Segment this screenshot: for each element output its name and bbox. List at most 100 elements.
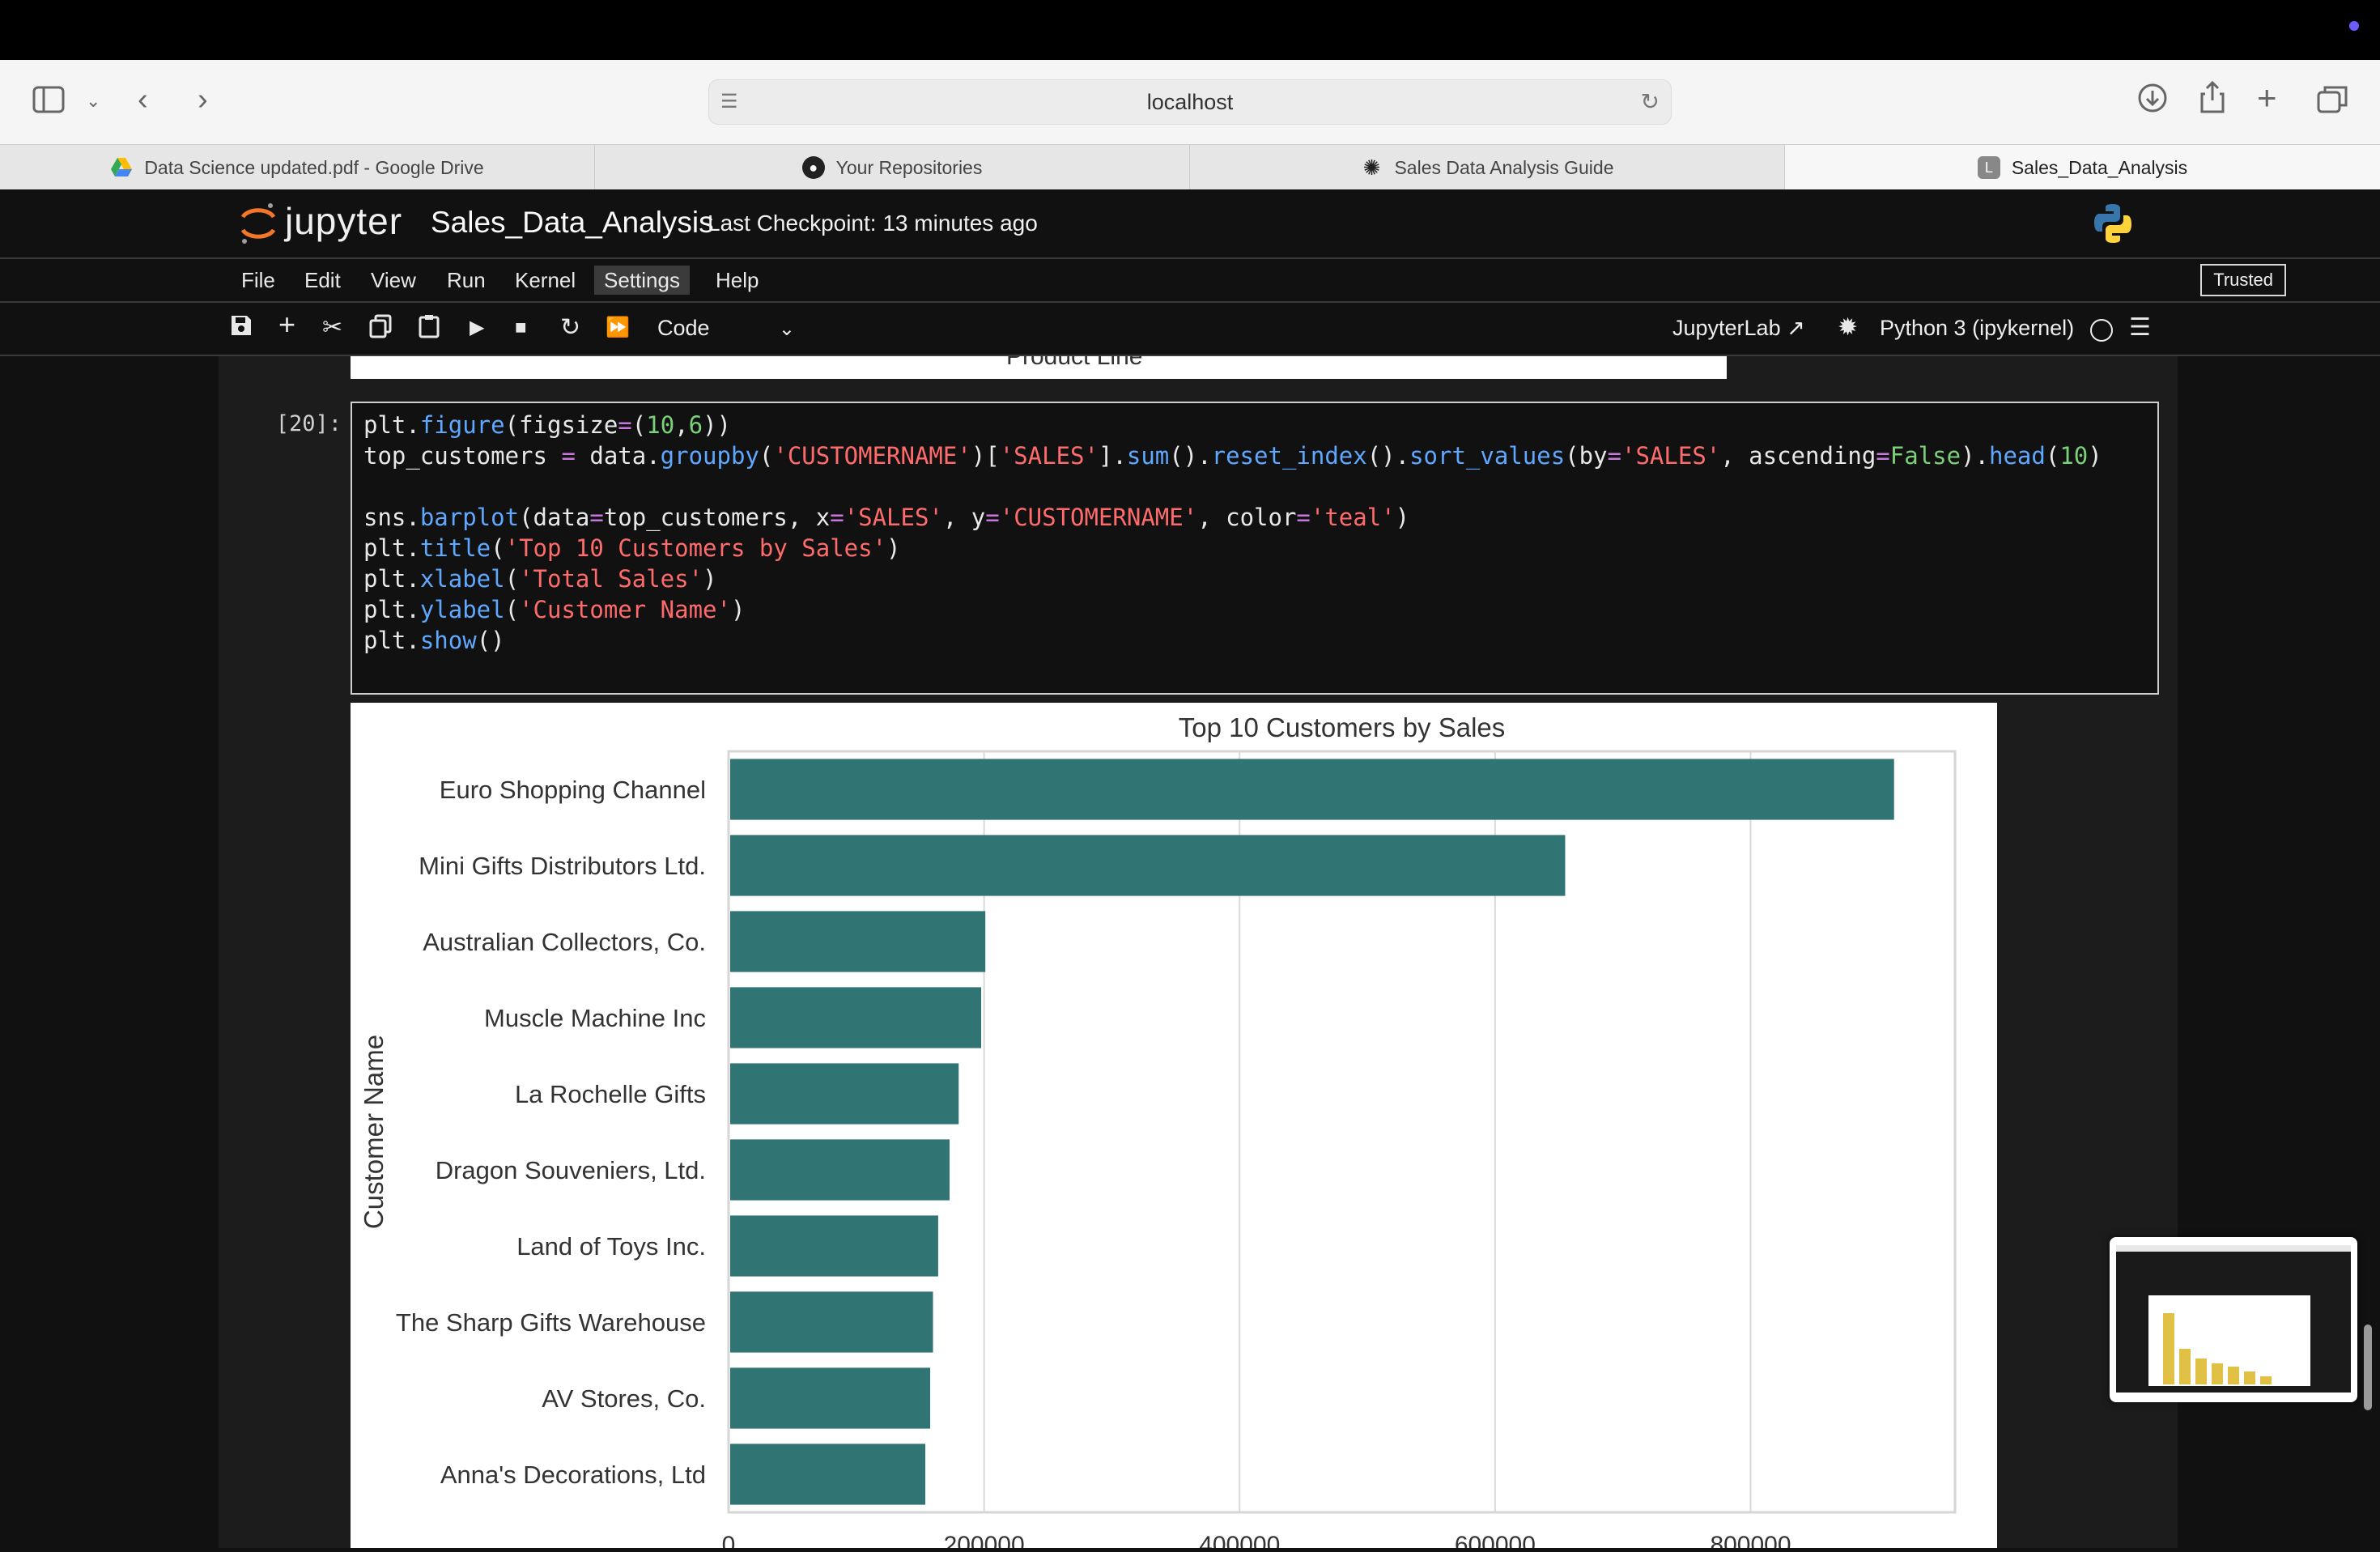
cell-type-select[interactable]: Code ⌄ [657, 314, 795, 343]
bar [730, 1367, 931, 1429]
y-tick-label: AV Stores, Co. [542, 1384, 706, 1413]
scrollbar[interactable] [2364, 1325, 2372, 1410]
y-tick-label: Anna's Decorations, Ltd [440, 1461, 706, 1489]
bar-chart: Euro Shopping Channel Mini Gifts Distribu… [359, 712, 1957, 1552]
tab-sales-data-analysis[interactable]: L Sales_Data_Analysis [1785, 145, 2380, 190]
address-bar[interactable]: ☰ localhost ↻ [708, 79, 1672, 125]
tab-label: Sales Data Analysis Guide [1394, 156, 1614, 178]
x-tick-label: 800000 [1710, 1532, 1791, 1548]
last-checkpoint: Last Checkpoint: 13 minutes ago [708, 210, 1038, 236]
back-icon[interactable]: ‹ [138, 84, 148, 115]
x-tick-label: 600000 [1455, 1532, 1536, 1548]
code-line-1: plt.figure(figsize=(10,6)) [363, 411, 732, 439]
debugger-icon[interactable]: ✹ [1838, 314, 1858, 342]
screenshot-thumbnail[interactable] [2110, 1237, 2357, 1402]
github-icon: ● [801, 156, 825, 179]
google-drive-icon [110, 156, 133, 179]
download-icon[interactable] [2137, 83, 2168, 119]
notebook-toolbar: + ✂ ▶ ■ ↻ ⏩ Code ⌄ JupyterLab ↗ ✹ Python… [0, 303, 2380, 356]
jupyterlab-link[interactable]: JupyterLab ↗ [1672, 316, 1805, 341]
y-tick-label: Australian Collectors, Co. [423, 928, 706, 956]
menu-run[interactable]: Run [437, 266, 495, 295]
url-text: localhost [1146, 90, 1234, 114]
tab-label: Data Science updated.pdf - Google Drive [144, 156, 484, 178]
tab-label: Sales_Data_Analysis [2011, 156, 2188, 178]
trusted-badge[interactable]: Trusted [2200, 264, 2286, 296]
bar [730, 987, 982, 1048]
previous-output: Product Line [351, 356, 1727, 379]
code-cell[interactable]: plt.figure(figsize=(10,6)) top_customers… [351, 402, 2159, 695]
bar [730, 1444, 926, 1505]
add-cell-icon[interactable]: + [278, 310, 295, 339]
menu-settings[interactable]: Settings [594, 266, 690, 295]
share-icon[interactable] [2199, 80, 2226, 119]
y-tick-label: Muscle Machine Inc [484, 1004, 706, 1032]
jupyter-logo-icon[interactable] [238, 201, 278, 250]
tab-sales-guide[interactable]: ✺ Sales Data Analysis Guide [1190, 145, 1785, 190]
kernel-status-icon [2090, 319, 2113, 342]
kernel-name[interactable]: Python 3 (ipykernel) [1880, 316, 2074, 341]
code-line-7: plt.ylabel('Customer Name') [363, 596, 746, 623]
bar [730, 1291, 933, 1353]
status-dot [2349, 21, 2359, 31]
chevron-down-icon: ⌄ [778, 318, 795, 340]
new-tab-icon[interactable]: + [2257, 81, 2277, 115]
stop-icon[interactable]: ■ [515, 314, 527, 342]
y-tick-label: Dragon Souveniers, Ltd. [436, 1156, 706, 1184]
previous-output-label: Product Line [1006, 356, 1143, 370]
jupyter-menu-bar: File Edit View Run Kernel Settings Help … [0, 259, 2380, 303]
cell-prompt: [20]: [275, 411, 342, 436]
notebook-title[interactable]: Sales_Data_Analysis [431, 206, 714, 240]
tab-bar: Data Science updated.pdf - Google Drive … [0, 144, 2380, 191]
x-tick-label: 400000 [1199, 1532, 1280, 1548]
tab-label: Your Repositories [835, 156, 983, 178]
restart-icon[interactable]: ↻ [560, 314, 580, 342]
y-tick-label: The Sharp Gifts Warehouse [396, 1308, 706, 1337]
y-tick-label: La Rochelle Gifts [515, 1080, 706, 1108]
jupyterlite-icon: L [1977, 156, 2000, 179]
cut-icon[interactable]: ✂ [322, 314, 342, 342]
menu-edit[interactable]: Edit [295, 266, 351, 295]
python-logo-icon [2092, 202, 2134, 249]
bar [730, 1215, 938, 1277]
cell-type-value: Code [657, 316, 710, 340]
forward-icon[interactable]: › [198, 84, 208, 115]
browser-toolbar: ⌄ ‹ › ☰ localhost ↻ + [0, 60, 2380, 144]
y-tick-label: Land of Toys Inc. [516, 1232, 706, 1261]
jupyter-header: jupyter Sales_Data_Analysis Last Checkpo… [0, 189, 2380, 259]
code-line-5: plt.title('Top 10 Customers by Sales') [363, 534, 901, 562]
reload-icon[interactable]: ↻ [1641, 88, 1660, 115]
run-all-icon[interactable]: ⏩ [606, 314, 630, 342]
y-tick-label: Mini Gifts Distributors Ltd. [419, 852, 706, 880]
bar [730, 1063, 959, 1125]
chart-title: Top 10 Customers by Sales [1179, 712, 1506, 742]
menu-kernel[interactable]: Kernel [505, 266, 585, 295]
tab-repositories[interactable]: ● Your Repositories [595, 145, 1190, 190]
jupyterlab-link-label: JupyterLab [1672, 316, 1781, 340]
code-line-8: plt.show() [363, 627, 505, 654]
chevron-down-icon[interactable]: ⌄ [86, 92, 100, 110]
copy-icon[interactable] [369, 314, 392, 345]
code-line-6: plt.xlabel('Total Sales') [363, 565, 717, 593]
run-icon[interactable]: ▶ [470, 314, 484, 342]
thumbnail-image [2116, 1245, 2351, 1393]
code-editor[interactable]: plt.figure(figsize=(10,6)) top_customers… [363, 410, 2102, 656]
menu-file[interactable]: File [232, 266, 285, 295]
external-link-icon: ↗ [1787, 316, 1805, 340]
x-tick-label: 0 [722, 1532, 736, 1548]
chart-output: Euro Shopping Channel Mini Gifts Distribu… [351, 703, 1997, 1552]
code-line-4: sns.barplot(data=top_customers, x='SALES… [363, 504, 1410, 531]
save-icon[interactable] [230, 314, 253, 343]
y-axis-label: Customer Name [359, 1035, 389, 1229]
paste-icon[interactable] [418, 314, 440, 345]
menu-icon[interactable]: ☰ [2129, 314, 2151, 342]
openai-icon: ✺ [1362, 155, 1381, 180]
tab-google-drive[interactable]: Data Science updated.pdf - Google Drive [0, 145, 595, 190]
sidebar-icon[interactable] [32, 86, 65, 119]
bar [730, 1139, 950, 1201]
menu-view[interactable]: View [361, 266, 426, 295]
menu-help[interactable]: Help [706, 266, 768, 295]
code-line-2: top_customers = data.groupby('CUSTOMERNA… [363, 442, 2102, 470]
bar [730, 835, 1566, 896]
tab-overview-icon[interactable] [2317, 84, 2348, 119]
